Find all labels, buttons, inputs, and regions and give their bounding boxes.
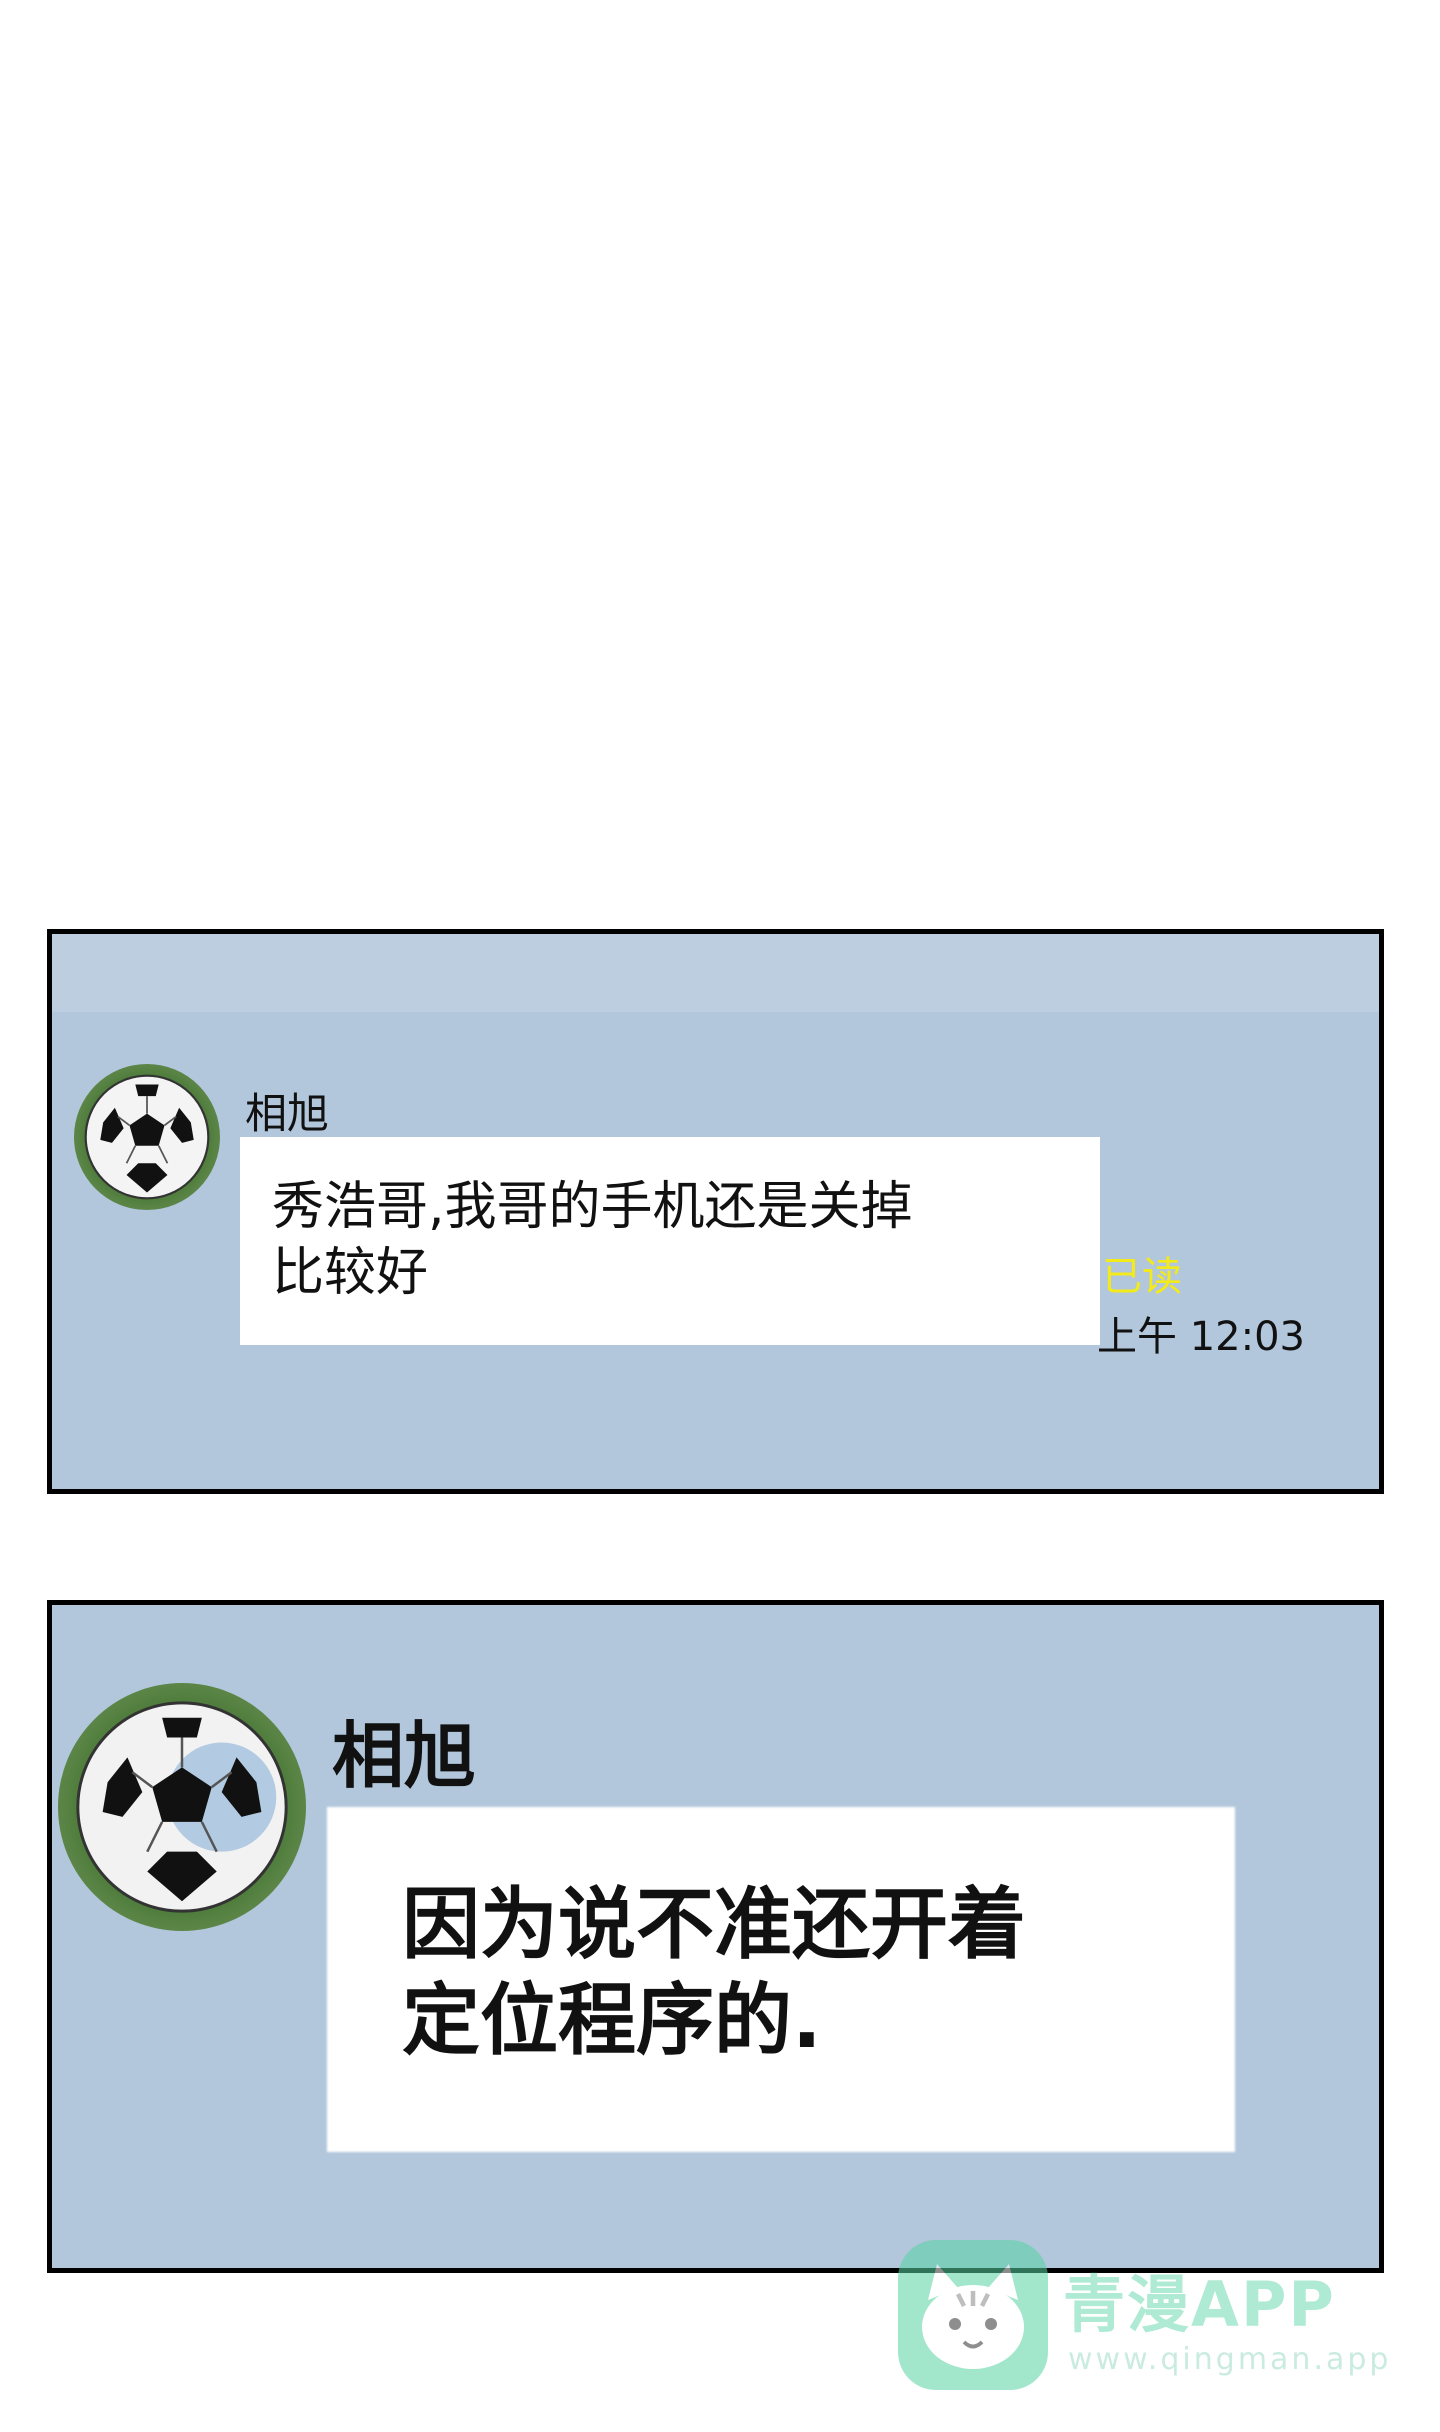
watermark: 青漫APP www.qingman.app — [898, 2240, 1388, 2420]
panel-top-band — [52, 934, 1379, 1012]
sender-name: 相旭 — [332, 1714, 477, 1798]
watermark-title: 青漫APP — [1063, 2268, 1336, 2341]
soccer-ball-icon — [74, 1064, 220, 1210]
sender-name: 相旭 — [245, 1089, 330, 1138]
watermark-url: www.qingman.app — [1068, 2342, 1392, 2377]
read-status: 已读 — [1102, 1254, 1182, 1300]
soccer-ball-icon — [58, 1683, 306, 1931]
cat-logo-icon — [898, 2240, 1048, 2390]
message-time: 上午 12:03 — [1097, 1314, 1305, 1360]
chat-panel-2: 相旭 因为说不准还开着 定位程序的. — [47, 1600, 1384, 2273]
message-text: 因为说不准还开着 定位程序的. — [402, 1880, 1027, 2066]
chat-panel-1: 相旭 秀浩哥,我哥的手机还是关掉 比较好 已读 上午 12:03 — [47, 929, 1384, 1494]
message-text: 秀浩哥,我哥的手机还是关掉 比较好 — [272, 1177, 913, 1303]
